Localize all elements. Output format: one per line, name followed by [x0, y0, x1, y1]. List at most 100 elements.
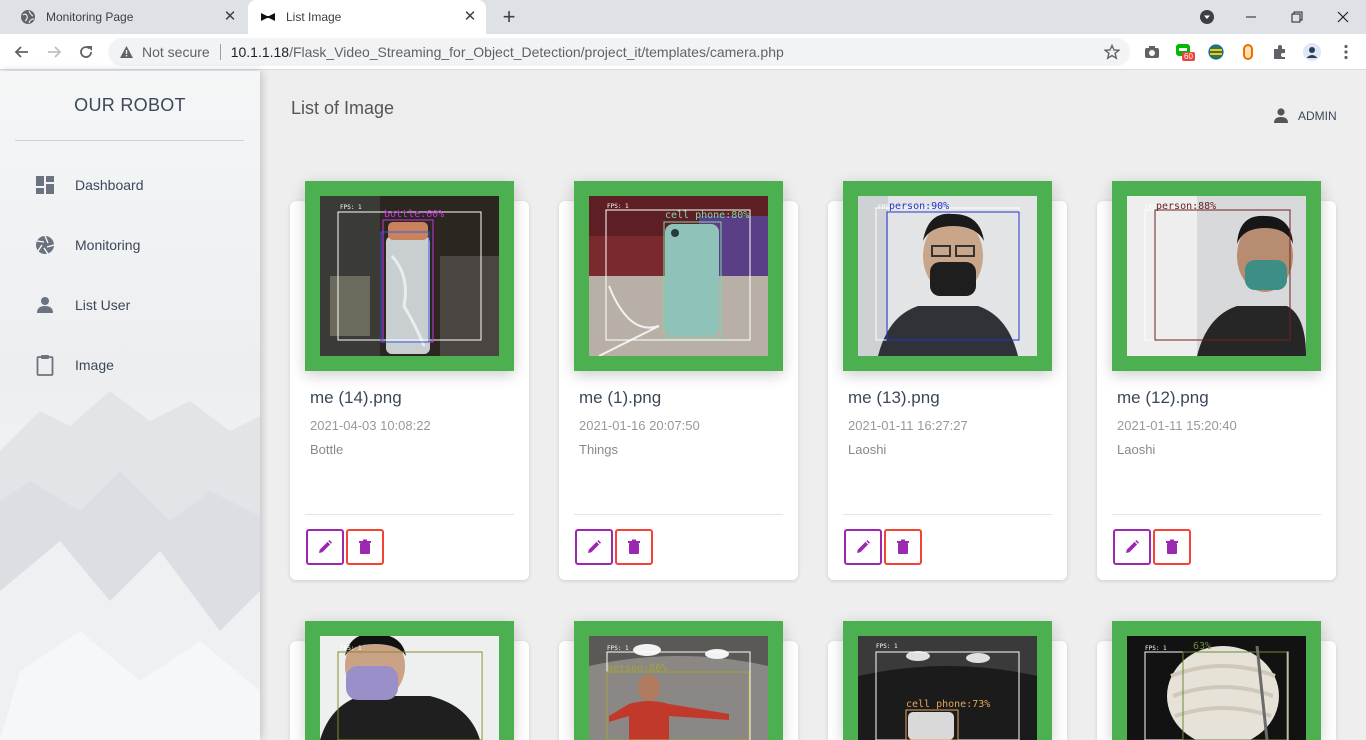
minimize-icon[interactable] [1228, 0, 1274, 34]
address-bar[interactable]: Not secure 10.1.1.18/Flask_Video_Streami… [108, 38, 1130, 66]
url-path: /Flask_Video_Streaming_for_Object_Detect… [289, 44, 784, 60]
fps-label: FPS: 1 [607, 203, 629, 210]
thumbnail-image: FPS: 1 person:86% [589, 636, 768, 740]
person-icon [33, 293, 57, 317]
bowtie-icon [260, 9, 276, 25]
delete-button[interactable] [615, 529, 653, 565]
record-extension-icon[interactable] [1239, 43, 1257, 61]
sidebar-item-image[interactable]: Image [15, 343, 244, 387]
trash-icon [1166, 539, 1178, 554]
image-category: Laoshi [1117, 442, 1156, 457]
image-date: 2021-01-11 15:20:40 [1117, 418, 1237, 433]
trash-icon [897, 539, 909, 554]
thumbnail-image: FPS: 1 [320, 636, 499, 740]
image-card: FPS: 1 63% [1097, 621, 1336, 740]
close-tab-icon[interactable]: ✕ [222, 9, 238, 25]
divider [305, 514, 514, 515]
detection-label: cell phone:73% [906, 699, 991, 710]
image-card: FPS: 1 person:86% [559, 621, 798, 740]
thumbnail-frame[interactable]: FPS: 1 person:86% [574, 621, 783, 740]
image-card: FPS: 1 cell phone:73% [828, 621, 1067, 740]
sidebar-item-list-user[interactable]: List User [15, 283, 244, 327]
image-card: FPS: 1 person:88% me (12).png 2021-01-11… [1097, 181, 1336, 580]
restore-icon[interactable] [1274, 0, 1320, 34]
sidebar: OUR ROBOT Dashboard Monitoring List User… [0, 71, 260, 740]
separator [219, 44, 221, 60]
divider [15, 140, 244, 141]
image-date: 2021-04-03 10:08:22 [310, 418, 431, 433]
detection-label: person:88% [1156, 201, 1217, 212]
thumbnail-frame[interactable]: FPS: 1 bottle:60% [305, 181, 514, 371]
sidebar-item-label: Image [75, 357, 114, 373]
divider [843, 514, 1052, 515]
sidebar-item-dashboard[interactable]: Dashboard [15, 163, 244, 207]
thumbnail-image: FPS: 1 person:88% [1127, 196, 1306, 356]
profile-avatar-icon[interactable] [1303, 43, 1321, 61]
forward-icon[interactable] [42, 40, 66, 64]
thumbnail-frame[interactable]: FPS: 1 cell phone:80% [574, 181, 783, 371]
tab-title: Monitoring Page [46, 10, 134, 24]
image-category: Laoshi [848, 442, 887, 457]
browser-toolbar: Not secure 10.1.1.18/Flask_Video_Streami… [0, 34, 1366, 70]
camera-icon[interactable] [1143, 43, 1161, 61]
admin-user-menu[interactable]: ADMIN [1272, 107, 1337, 125]
divider [574, 514, 783, 515]
image-date: 2021-01-11 16:27:27 [848, 418, 968, 433]
pencil-icon [319, 540, 332, 553]
profile-dropdown-icon[interactable] [1184, 0, 1230, 34]
sidebar-item-label: Dashboard [75, 177, 144, 193]
delete-button[interactable] [884, 529, 922, 565]
edit-button[interactable] [575, 529, 613, 565]
divider [1112, 514, 1321, 515]
globe-icon [20, 9, 36, 25]
tab-title: List Image [286, 10, 342, 24]
thumbnail-frame[interactable]: FPS: 1 [305, 621, 514, 740]
fps-label: FPS: 1 [340, 645, 362, 652]
warning-icon [118, 44, 134, 60]
thumbnail-image: FPS: 1 person:90% [858, 196, 1037, 356]
pencil-icon [857, 540, 870, 553]
browser-menu-icon[interactable] [1337, 43, 1355, 61]
thumbnail-image: FPS: 1 bottle:60% [320, 196, 499, 356]
new-tab-icon[interactable]: + [498, 6, 520, 29]
pencil-icon [588, 540, 601, 553]
pencil-icon [1126, 540, 1139, 553]
image-name: me (12).png [1117, 388, 1209, 407]
chat-extension-icon[interactable]: 60 [1175, 43, 1195, 61]
reload-icon[interactable] [74, 40, 98, 64]
extensions-puzzle-icon[interactable] [1271, 43, 1289, 61]
tab-list-image[interactable]: List Image ✕ [248, 0, 486, 34]
close-tab-icon[interactable]: ✕ [462, 9, 478, 25]
detection-label: bottle:60% [384, 209, 445, 220]
fps-label: FPS: 1 [1145, 645, 1167, 652]
thumbnail-frame[interactable]: FPS: 1 63% [1112, 621, 1321, 740]
back-icon[interactable] [10, 40, 34, 64]
close-window-icon[interactable] [1320, 0, 1366, 34]
edit-button[interactable] [1113, 529, 1151, 565]
fps-label: FPS: 1 [607, 645, 629, 652]
thumbnail-frame[interactable]: FPS: 1 cell phone:73% [843, 621, 1052, 740]
image-category: Things [579, 442, 619, 457]
browser-tabstrip: Monitoring Page ✕ List Image ✕ + [0, 0, 1366, 34]
thumbnail-frame[interactable]: FPS: 1 person:90% [843, 181, 1052, 371]
sidebar-item-monitoring[interactable]: Monitoring [15, 223, 244, 267]
delete-button[interactable] [1153, 529, 1191, 565]
dashboard-icon [33, 173, 57, 197]
edit-button[interactable] [306, 529, 344, 565]
brand-title[interactable]: OUR ROBOT [0, 95, 260, 116]
detection-label: person:86% [607, 663, 668, 674]
clipboard-icon [33, 353, 57, 377]
security-label: Not secure [142, 44, 210, 60]
tab-monitoring-page[interactable]: Monitoring Page ✕ [8, 0, 246, 34]
image-category: Bottle [310, 442, 344, 457]
bookmark-star-icon[interactable] [1103, 43, 1121, 60]
delete-button[interactable] [346, 529, 384, 565]
page-title: List of Image [291, 98, 395, 118]
image-card: FPS: 1 cell phone:80% me (1).png 2021-01… [559, 181, 798, 580]
thumbnail-image: FPS: 1 cell phone:73% [858, 636, 1037, 740]
edit-button[interactable] [844, 529, 882, 565]
admin-label: ADMIN [1298, 109, 1337, 123]
url-host: 10.1.1.18 [230, 44, 290, 60]
globe-extension-icon[interactable] [1207, 43, 1225, 61]
thumbnail-frame[interactable]: FPS: 1 person:88% [1112, 181, 1321, 371]
